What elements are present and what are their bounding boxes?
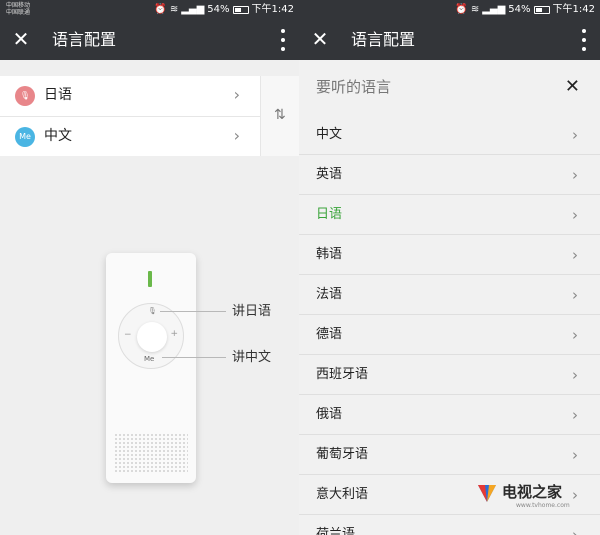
wifi-icon: ≋ [169, 4, 179, 15]
device-me-label: Me [144, 355, 155, 363]
language-list: 🎙 日语 › Me 中文 › [0, 76, 260, 156]
language-option[interactable]: 英语 › [299, 155, 600, 195]
chevron-right-icon: › [572, 246, 578, 264]
sheet-header: 要听的语言 ✕ [299, 60, 600, 115]
chevron-right-icon: › [572, 446, 578, 464]
page-title: 语言配置 [52, 30, 117, 49]
device-minus-icon: − [124, 330, 132, 340]
carrier-line-1: 中国移动 [6, 2, 31, 9]
more-menu-icon[interactable] [277, 29, 289, 51]
language-option-label: 俄语 [316, 407, 343, 422]
battery-icon [232, 6, 249, 14]
status-time: 下午1:42 [552, 4, 595, 15]
page-title: 语言配置 [351, 30, 416, 49]
close-icon[interactable]: ✕ [565, 76, 580, 98]
language-option[interactable]: 日语 › [299, 195, 600, 235]
battery-percent: 54% [207, 4, 230, 15]
callout-line-top [160, 311, 226, 312]
status-time: 下午1:42 [251, 4, 294, 15]
wifi-icon: ≋ [470, 4, 480, 15]
language-option[interactable]: 中文 › [299, 115, 600, 155]
alarm-icon: ⏰ [455, 4, 468, 15]
translator-device-illustration: 🎙 − + Me [106, 253, 196, 483]
language-option[interactable]: 韩语 › [299, 235, 600, 275]
device-dial: 🎙 − + Me [118, 303, 184, 369]
language-list: 中文 › 英语 › 日语 › 韩语 › 法语 › 德语 › 西班牙语 › 俄语 › 葡萄牙语 › 意大利语 › 荷兰语 › [299, 115, 600, 535]
close-icon[interactable]: ✕ [10, 28, 32, 50]
close-icon[interactable]: ✕ [309, 28, 331, 50]
chevron-right-icon: › [572, 126, 578, 144]
mic-icon: 🎙 [15, 86, 35, 106]
callout-line-bottom [162, 357, 226, 358]
language-option[interactable]: 荷兰语 › [299, 515, 600, 535]
left-screen: 中国移动 中国联通 ⏰ ≋ ▂▄▆ 54% 下午1:42 ✕ 语言配置 🎙 日语… [0, 0, 299, 535]
swap-languages-button[interactable]: ⇅ [260, 76, 299, 156]
language-picker-sheet: 要听的语言 ✕ 中文 › 英语 › 日语 › 韩语 › 法语 › 德语 › 西班牙语 › 俄语 › 葡萄牙语 › 意… [299, 60, 600, 535]
language-option[interactable]: 西班牙语 › [299, 355, 600, 395]
language-option-label: 意大利语 [316, 487, 369, 502]
chevron-right-icon: › [572, 526, 578, 535]
right-screen: ⏰ ≋ ▂▄▆ 54% 下午1:42 ✕ 语言配置 要听的语言 ✕ 中文 › 英语 ›… [299, 0, 600, 535]
signal-icon: ▂▄▆ [181, 4, 205, 15]
language-option-label: 德语 [316, 327, 343, 342]
chevron-right-icon: › [572, 206, 578, 224]
target-language-label: 中文 [44, 128, 72, 144]
title-bar: ✕ 语言配置 [0, 20, 299, 60]
language-option[interactable]: 德语 › [299, 315, 600, 355]
chevron-right-icon: › [572, 286, 578, 304]
chevron-right-icon: › [233, 85, 240, 104]
callout-speak-japanese: 讲日语 [232, 304, 272, 319]
source-language-row[interactable]: 🎙 日语 › [0, 76, 260, 116]
status-led [148, 271, 152, 287]
more-menu-icon[interactable] [578, 29, 590, 51]
me-badge: Me [15, 127, 35, 147]
language-option[interactable]: 葡萄牙语 › [299, 435, 600, 475]
device-center-button [137, 322, 167, 352]
language-option[interactable]: 俄语 › [299, 395, 600, 435]
language-option-label: 英语 [316, 167, 343, 182]
language-selector: 🎙 日语 › Me 中文 › ⇅ [0, 76, 299, 156]
language-option-label: 葡萄牙语 [316, 447, 369, 462]
sheet-title: 要听的语言 [316, 78, 392, 96]
battery-icon [533, 6, 550, 14]
chevron-right-icon: › [572, 366, 578, 384]
chevron-right-icon: › [572, 406, 578, 424]
watermark-text: 电视之家 [502, 483, 563, 501]
language-option-label: 中文 [316, 127, 343, 142]
carrier-line-2: 中国联通 [6, 9, 31, 16]
watermark-url: www.tvhome.com [516, 502, 570, 509]
chevron-right-icon: › [572, 326, 578, 344]
target-language-row[interactable]: Me 中文 › [0, 116, 260, 156]
battery-percent: 54% [508, 4, 531, 15]
language-option-label: 韩语 [316, 247, 343, 262]
watermark: 电视之家 www.tvhome.com [476, 482, 586, 512]
title-bar: ✕ 语言配置 [299, 20, 600, 60]
signal-icon: ▂▄▆ [482, 4, 506, 15]
alarm-icon: ⏰ [154, 4, 167, 15]
status-bar: ⏰ ≋ ▂▄▆ 54% 下午1:42 [299, 0, 600, 20]
chevron-right-icon: › [233, 126, 240, 145]
language-option-label: 荷兰语 [316, 527, 356, 535]
language-option-label: 西班牙语 [316, 367, 369, 382]
chevron-right-icon: › [572, 166, 578, 184]
language-option-label: 日语 [316, 207, 343, 222]
watermark-logo-icon [478, 485, 496, 502]
status-icons: ⏰ ≋ ▂▄▆ 54% 下午1:42 [455, 4, 595, 16]
speaker-grille [114, 433, 188, 473]
callout-speak-chinese: 讲中文 [232, 350, 272, 365]
status-icons: ⏰ ≋ ▂▄▆ 54% 下午1:42 [154, 4, 294, 16]
carrier-info: 中国移动 中国联通 [6, 2, 30, 16]
source-language-label: 日语 [44, 87, 72, 103]
language-option-label: 法语 [316, 287, 343, 302]
status-bar: 中国移动 中国联通 ⏰ ≋ ▂▄▆ 54% 下午1:42 [0, 0, 299, 20]
language-option[interactable]: 法语 › [299, 275, 600, 315]
device-mic-icon: 🎙 [148, 307, 157, 315]
swap-icon: ⇅ [274, 107, 286, 123]
device-plus-icon: + [170, 329, 178, 339]
